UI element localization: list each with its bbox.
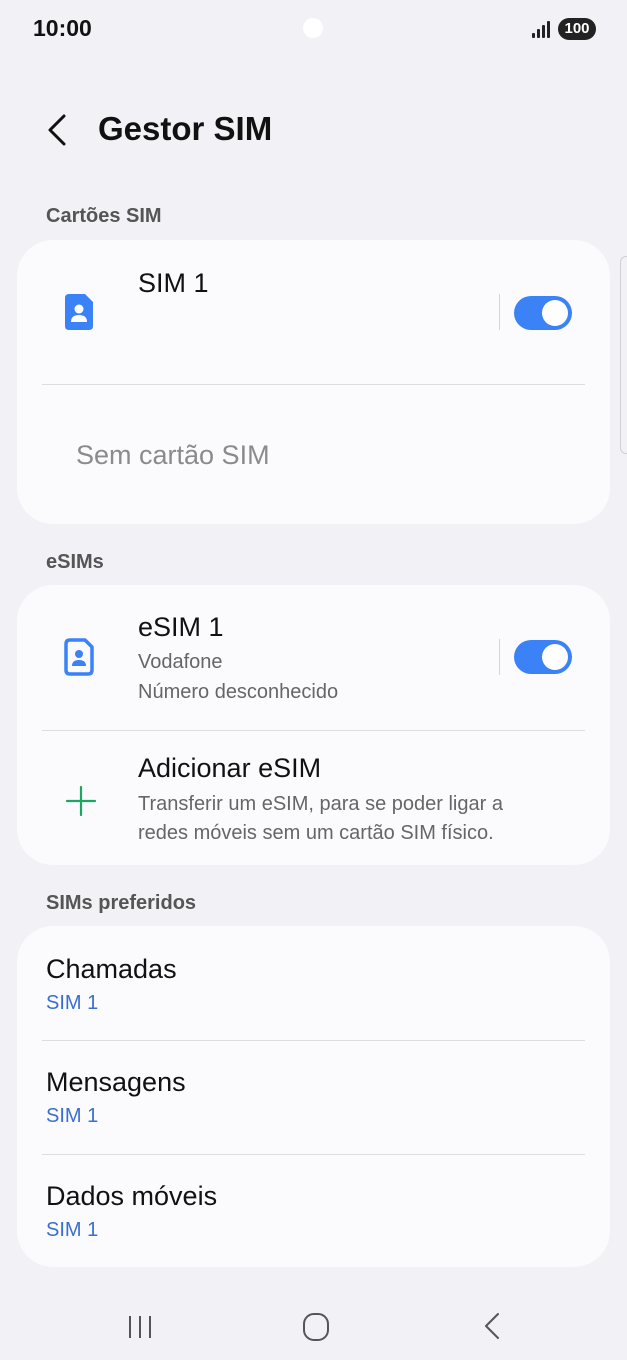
status-time: 10:00: [33, 15, 92, 41]
section-label-preferred: SIMs preferidos: [46, 892, 197, 914]
plus-icon: [65, 785, 97, 817]
sim1-toggle[interactable]: [514, 296, 572, 330]
section-label-sim-cards: Cartões SIM: [46, 205, 162, 227]
esim1-toggle[interactable]: [514, 640, 572, 674]
preferred-calls-row[interactable]: Chamadas SIM 1: [17, 926, 610, 1040]
sim-cards-card: SIM 1 Sem cartão SIM: [17, 240, 610, 524]
sim1-label: SIM 1: [138, 268, 209, 298]
esim1-number: Número desconhecido: [138, 681, 339, 703]
add-esim-description: Transferir um eSIM, para se poder ligar …: [138, 793, 503, 815]
preferred-calls-label: Chamadas: [46, 954, 177, 984]
back-arrow-icon[interactable]: [38, 108, 78, 152]
esims-card: eSIM 1 Vodafone Número desconhecido Adic…: [17, 585, 610, 865]
status-bar: 10:00 100: [0, 0, 627, 58]
sim1-row[interactable]: SIM 1: [17, 240, 610, 384]
home-icon[interactable]: [294, 1306, 338, 1346]
battery-icon: 100: [558, 18, 596, 40]
esim1-label: eSIM 1: [138, 612, 224, 642]
scrollbar[interactable]: [620, 256, 627, 454]
preferred-messages-value: SIM 1: [46, 1105, 99, 1127]
back-icon[interactable]: [470, 1306, 514, 1346]
divider: [42, 384, 585, 385]
app-header: Gestor SIM: [0, 100, 627, 160]
esim-card-icon: [61, 637, 97, 677]
esim1-row[interactable]: eSIM 1 Vodafone Número desconhecido: [17, 585, 610, 730]
section-label-esims: eSIMs: [46, 551, 104, 573]
navigation-bar: [0, 1290, 627, 1360]
esim1-carrier: Vodafone: [138, 651, 223, 673]
recents-icon[interactable]: [118, 1306, 162, 1346]
toggle-divider: [499, 639, 500, 675]
sim-card-icon: [61, 292, 97, 332]
preferred-messages-label: Mensagens: [46, 1067, 186, 1097]
preferred-data-row[interactable]: Dados móveis SIM 1: [17, 1155, 610, 1267]
signal-icon: [532, 20, 552, 38]
page-title: Gestor SIM: [98, 110, 273, 147]
preferred-calls-value: SIM 1: [46, 992, 99, 1014]
preferred-data-label: Dados móveis: [46, 1181, 218, 1211]
preferred-messages-row[interactable]: Mensagens SIM 1: [17, 1041, 610, 1154]
preferred-card: Chamadas SIM 1 Mensagens SIM 1 Dados móv…: [17, 926, 610, 1267]
empty-sim-slot: Sem cartão SIM: [76, 440, 270, 470]
add-esim-description: redes móveis sem um cartão SIM físico.: [138, 822, 494, 844]
camera-cutout: [303, 18, 323, 38]
add-esim-label: Adicionar eSIM: [138, 753, 322, 783]
add-esim-row[interactable]: Adicionar eSIM Transferir um eSIM, para …: [17, 731, 610, 865]
toggle-divider: [499, 294, 500, 330]
preferred-data-value: SIM 1: [46, 1219, 99, 1241]
